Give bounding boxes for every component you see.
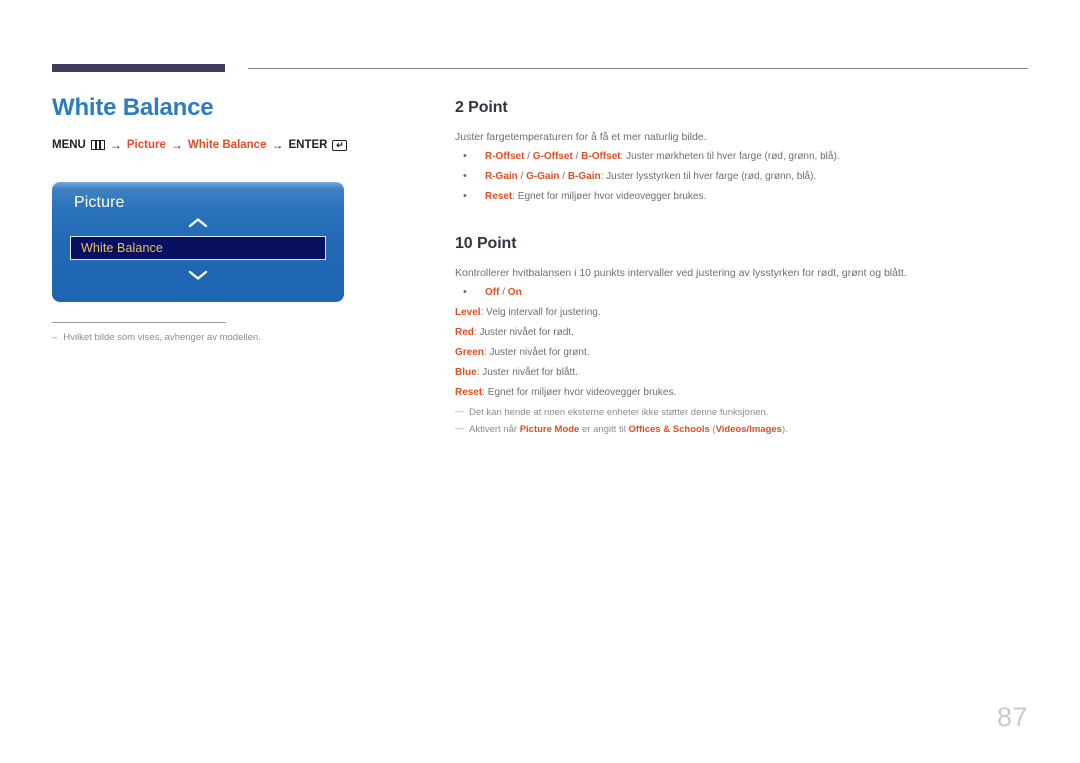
term-label: Off — [485, 287, 500, 298]
osd-selected-row-label: White Balance — [81, 241, 163, 255]
breadcrumb-menu-label: MENU — [52, 139, 86, 151]
breadcrumb-arrow-3: → — [271, 138, 284, 152]
osd-menu-illustration: Picture White Balance — [52, 182, 344, 302]
left-footnote-rule — [52, 322, 226, 323]
section-heading-2-point: 2 Point — [455, 99, 508, 116]
term-label: Reset — [455, 387, 483, 398]
header-rule-line — [248, 68, 1028, 69]
term-label: Green — [455, 347, 484, 358]
term-label: R-Gain — [485, 171, 518, 182]
list-item: R-Gain / G-Gain / B-Gain: Juster lysstyr… — [455, 169, 1015, 184]
term-label: Reset — [485, 191, 513, 202]
osd-selected-row[interactable]: White Balance — [70, 236, 326, 260]
bullet-list-10-point: Off / On — [455, 285, 1015, 300]
term-description: : Juster nivået for rødt. — [473, 327, 574, 338]
term-description: : Juster nivået for grønt. — [483, 347, 590, 358]
term-description: : Velg intervall for justering. — [480, 307, 601, 318]
term-label: G-Gain — [526, 171, 560, 182]
term-label: Videos/Images — [715, 424, 782, 435]
section-heading-10-point: 10 Point — [455, 235, 517, 252]
right-footnote-2-text-a: Aktivert når — [469, 424, 520, 435]
setting-line-reset: Reset: Egnet for miljøer hvor videovegge… — [455, 386, 1015, 400]
left-footnote: – Hvilket bilde som vises, avhenger av m… — [52, 322, 392, 344]
manual-page: White Balance MENU → Picture → White Bal… — [0, 0, 1080, 763]
enter-return-icon: ↵ — [332, 139, 348, 151]
term-description: : Egnet for miljøer hvor videovegger bru… — [512, 191, 707, 202]
term-label: Level — [455, 307, 481, 318]
right-column: 2 Point Juster fargetemperaturen for å f… — [455, 98, 1015, 436]
term-label: G-Offset — [532, 151, 573, 162]
term-label: Blue — [455, 367, 477, 378]
list-item: Off / On — [455, 285, 1015, 300]
bullet-list-2-point: R-Offset / G-Offset / B-Offset: Juster m… — [455, 149, 1015, 204]
term-label: On — [507, 287, 522, 298]
section-intro-2-point: Juster fargetemperaturen for å få et mer… — [455, 131, 707, 143]
term-label: Picture Mode — [519, 424, 580, 435]
right-footnote-1: Det kan hende at noen eksterne enheter i… — [455, 405, 1015, 419]
breadcrumb-item-white-balance: White Balance — [187, 139, 267, 151]
chevron-up-icon — [52, 216, 344, 234]
term-label: B-Gain — [567, 171, 601, 182]
breadcrumb-arrow-1: → — [109, 138, 122, 152]
list-item: R-Offset / G-Offset / B-Offset: Juster m… — [455, 149, 1015, 164]
list-item: Reset: Egnet for miljøer hvor videovegge… — [455, 189, 1015, 204]
right-footnote-1-text: Det kan hende at noen eksterne enheter i… — [469, 407, 769, 418]
header-rule-bar — [52, 64, 225, 72]
osd-menu-title: Picture — [74, 194, 125, 211]
breadcrumb-item-picture: Picture — [126, 139, 166, 151]
term-label: B-Offset — [581, 151, 621, 162]
setting-line-green: Green: Juster nivået for grønt. — [455, 346, 1015, 360]
term-label: Offices & Schools — [628, 424, 710, 435]
term-description: : Juster lysstyrken til hver farge (rød,… — [600, 171, 817, 182]
setting-line-red: Red: Juster nivået for rødt. — [455, 326, 1015, 340]
chevron-down-icon — [52, 268, 344, 286]
menu-grid-icon — [90, 140, 105, 150]
left-footnote-body: – Hvilket bilde som vises, avhenger av m… — [52, 332, 392, 344]
term-label: R-Offset — [485, 151, 525, 162]
left-footnote-dash: – — [52, 332, 58, 343]
section-intro-10-point: Kontrollerer hvitbalansen i 10 punkts in… — [455, 267, 907, 279]
term-description: : Egnet for miljøer hvor videovegger bru… — [482, 387, 677, 398]
right-footnote-2-text-b: er angitt til — [579, 424, 629, 435]
setting-line-level: Level: Velg intervall for justering. — [455, 306, 1015, 320]
breadcrumb-enter-label: ENTER — [288, 139, 328, 151]
term-description: : Juster nivået for blått. — [476, 367, 578, 378]
header-rule — [52, 64, 1028, 74]
right-footnote-2: Aktivert når Picture Mode er angitt til … — [455, 422, 1015, 436]
term-label: Red — [455, 327, 474, 338]
breadcrumb: MENU → Picture → White Balance → ENTER ↵ — [52, 138, 422, 152]
breadcrumb-arrow-2: → — [170, 138, 183, 152]
page-number: 87 — [996, 702, 1028, 732]
right-footnote-2-text-d: ). — [781, 424, 788, 435]
left-footnote-text: Hvilket bilde som vises, avhenger av mod… — [63, 332, 261, 343]
term-description: : Juster mørkheten til hver farge (rød, … — [620, 151, 840, 162]
left-column: White Balance MENU → Picture → White Bal… — [52, 94, 422, 152]
page-title: White Balance — [52, 94, 214, 121]
setting-line-blue: Blue: Juster nivået for blått. — [455, 366, 1015, 380]
